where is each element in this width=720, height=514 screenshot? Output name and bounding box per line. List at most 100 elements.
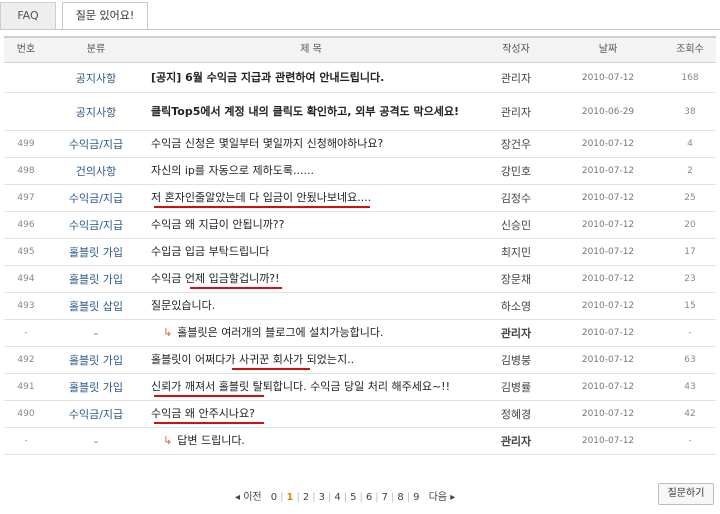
page-separator: | xyxy=(359,492,363,503)
row-category-link[interactable]: 수익금/지급 xyxy=(52,185,140,211)
reply-row[interactable]: - - ↳ 답변 드립니다. 관리자 2010-07-12 - xyxy=(4,428,716,455)
tab-divider xyxy=(0,29,720,30)
row-title-link[interactable]: [공지] 6월 수익금 지급과 관련하여 안내드립니다. xyxy=(151,63,471,92)
row-category-link: - xyxy=(94,434,98,448)
page-link-6[interactable]: 6 xyxy=(366,492,372,503)
row-category-link[interactable]: 홀블릿 가입 xyxy=(52,347,140,373)
table-row[interactable]: 494 홀블릿 가입 수익금 언제 입금할겁니까?! 장문채 2010-07-12 23 xyxy=(4,266,716,293)
page-link-9[interactable]: 9 xyxy=(413,492,419,503)
table-row[interactable]: 499 수익금/지급 수익금 신청은 몇일부터 몇일까지 신청해야하나요? 장건우 20… xyxy=(4,131,716,158)
row-category-link[interactable]: 홀블릿 가입 xyxy=(52,374,140,400)
page-separator: | xyxy=(328,492,332,503)
next-page-link[interactable]: 다음 ▸ xyxy=(429,488,456,503)
table-row[interactable]: 492 홀블릿 가입 홀블릿이 어쩌다가 사귀꾼 회사가 되었는지.. 김병붕 2010… xyxy=(4,347,716,374)
page-link-4[interactable]: 4 xyxy=(334,492,340,503)
row-category-link[interactable]: 홀블릿 삽입 xyxy=(52,293,140,319)
red-underline-annotation xyxy=(154,206,370,208)
page-separator: | xyxy=(406,492,411,503)
row-author: 김병률 xyxy=(500,381,532,394)
row-title-link[interactable]: ↳ 답변 드립니다. xyxy=(151,428,471,454)
row-views: 20 xyxy=(684,220,696,230)
reply-arrow-icon: ↳ xyxy=(163,434,173,447)
red-underline-annotation xyxy=(190,287,282,289)
row-title-link[interactable]: 클릭Top5에서 계정 내의 클릭도 확인하고, 외부 공격도 막으세요! xyxy=(151,93,471,130)
row-views: 17 xyxy=(684,247,696,257)
row-category-link[interactable]: 홀블릿 가입 xyxy=(52,266,140,292)
row-views: 2 xyxy=(687,166,693,176)
table-body: 공지사항 [공지] 6월 수익금 지급과 관련하여 안내드립니다. 관리자 2010-… xyxy=(4,63,716,455)
prev-page-link[interactable]: ◂ 이전 xyxy=(235,488,262,503)
tab-questions[interactable]: 질문 있어요! xyxy=(62,2,148,30)
row-category-link[interactable]: 수익금/지급 xyxy=(52,131,140,157)
page-link-0[interactable]: 0 xyxy=(271,492,277,503)
table-row[interactable]: 공지사항 [공지] 6월 수익금 지급과 관련하여 안내드립니다. 관리자 2010-… xyxy=(4,63,716,93)
row-number: 493 xyxy=(17,301,35,311)
table-row[interactable]: 공지사항 클릭Top5에서 계정 내의 클릭도 확인하고, 외부 공격도 막으세요… xyxy=(4,93,716,131)
red-underline-annotation xyxy=(154,395,264,397)
table-row[interactable]: 493 홀블릿 삽입 질문있습니다. 하소영 2010-07-12 15 xyxy=(4,293,716,320)
page-link-8[interactable]: 8 xyxy=(397,492,403,503)
header-date: 날짜 xyxy=(598,44,618,55)
row-category-link[interactable]: 건의사항 xyxy=(52,158,140,184)
page-separator: | xyxy=(343,492,348,503)
row-views: 15 xyxy=(684,301,696,311)
table-row[interactable]: 496 수익금/지급 수익금 왜 지급이 안됩니까?? 신승민 2010-07-12 20 xyxy=(4,212,716,239)
row-number: 497 xyxy=(17,193,35,203)
row-date: 2010-07-12 xyxy=(581,166,635,176)
header-views: 조회수 xyxy=(676,44,704,55)
ask-question-button[interactable]: 질문하기 xyxy=(658,483,714,505)
page-separator: | xyxy=(375,492,379,503)
row-number: 491 xyxy=(17,382,35,392)
row-author: 관리자 xyxy=(500,327,532,340)
row-views: - xyxy=(688,436,692,446)
row-category-link[interactable]: 홀블릿 가입 xyxy=(52,239,140,265)
row-views: 168 xyxy=(681,72,699,83)
row-date: 2010-07-12 xyxy=(581,220,635,230)
reply-arrow-icon: ↳ xyxy=(163,326,173,339)
row-views: 4 xyxy=(687,139,693,149)
row-title-link[interactable]: 수익금 왜 지급이 안됩니까?? xyxy=(151,212,471,238)
row-views: 43 xyxy=(684,382,696,392)
row-title-link[interactable]: 자신의 ip를 자동으로 제하도록...... xyxy=(151,158,471,184)
header-category: 분류 xyxy=(86,44,106,55)
page-link-2[interactable]: 2 xyxy=(303,492,309,503)
row-number: 492 xyxy=(17,355,35,365)
red-underline-annotation xyxy=(154,422,264,424)
row-category-link[interactable]: 수익금/지급 xyxy=(52,401,140,427)
row-date: 2010-06-29 xyxy=(581,106,635,117)
row-date: 2010-07-12 xyxy=(581,274,635,284)
tab-faq[interactable]: FAQ xyxy=(0,2,56,29)
row-title-link[interactable]: 홀블릿이 어쩌다가 사귀꾼 회사가 되었는지.. xyxy=(151,347,471,373)
row-category-link[interactable]: 공지사항 xyxy=(52,93,140,130)
row-author: 강민호 xyxy=(500,165,532,178)
row-author: 관리자 xyxy=(500,71,532,85)
row-title-link[interactable]: ↳ 홀블릿은 여러개의 블로그에 설치가능합니다. xyxy=(151,320,471,346)
row-title-link[interactable]: 수입금 입금 부탁드립니다 xyxy=(151,239,471,265)
row-title-link[interactable]: 질문있습니다. xyxy=(151,293,471,319)
page-link-7[interactable]: 7 xyxy=(382,492,388,503)
page-separator: | xyxy=(312,492,316,503)
table-row[interactable]: 491 홀블릿 가입 신뢰가 깨져서 홀블릿 탈퇴합니다. 수익금 당일 처리 해주… xyxy=(4,374,716,401)
table-row[interactable]: 497 수익금/지급 저 혼자인줄알았는데 다 입금이 안됬나보네요.... 김정수 2… xyxy=(4,185,716,212)
page-link-3[interactable]: 3 xyxy=(319,492,325,503)
row-date: 2010-07-12 xyxy=(581,355,635,365)
row-category-link[interactable]: 공지사항 xyxy=(52,63,140,92)
header-title: 제 목 xyxy=(300,44,322,55)
row-author: 정혜경 xyxy=(500,408,532,421)
table-row[interactable]: 495 홀블릿 가입 수입금 입금 부탁드립니다 최지민 2010-07-12 17 xyxy=(4,239,716,266)
row-category-link[interactable]: 수익금/지급 xyxy=(52,212,140,238)
reply-title-text: 홀블릿은 여러개의 블로그에 설치가능합니다. xyxy=(177,326,384,339)
table-row[interactable]: 498 건의사항 자신의 ip를 자동으로 제하도록...... 강민호 2010-07… xyxy=(4,158,716,185)
row-number: - xyxy=(24,436,28,446)
row-title-link[interactable]: 수익금 신청은 몇일부터 몇일까지 신청해야하나요? xyxy=(151,131,471,157)
reply-row[interactable]: - - ↳ 홀블릿은 여러개의 블로그에 설치가능합니다. 관리자 2010-07-12 - xyxy=(4,320,716,347)
row-views: 42 xyxy=(684,409,696,419)
table-row[interactable]: 490 수익금/지급 수익금 왜 안주시나요? 정혜경 2010-07-12 42 xyxy=(4,401,716,428)
tab-bar: FAQ 질문 있어요! xyxy=(0,0,720,30)
page-link-1[interactable]: 1 xyxy=(287,492,294,503)
row-author: 관리자 xyxy=(500,105,532,119)
row-category-link: - xyxy=(94,326,98,340)
page-link-5[interactable]: 5 xyxy=(350,492,356,503)
row-date: 2010-07-12 xyxy=(581,139,635,149)
page-number-list: 0 | 1 | 2 | 3 | 4 | 5 | 6 | 7 | 8 | 9 xyxy=(268,492,423,503)
